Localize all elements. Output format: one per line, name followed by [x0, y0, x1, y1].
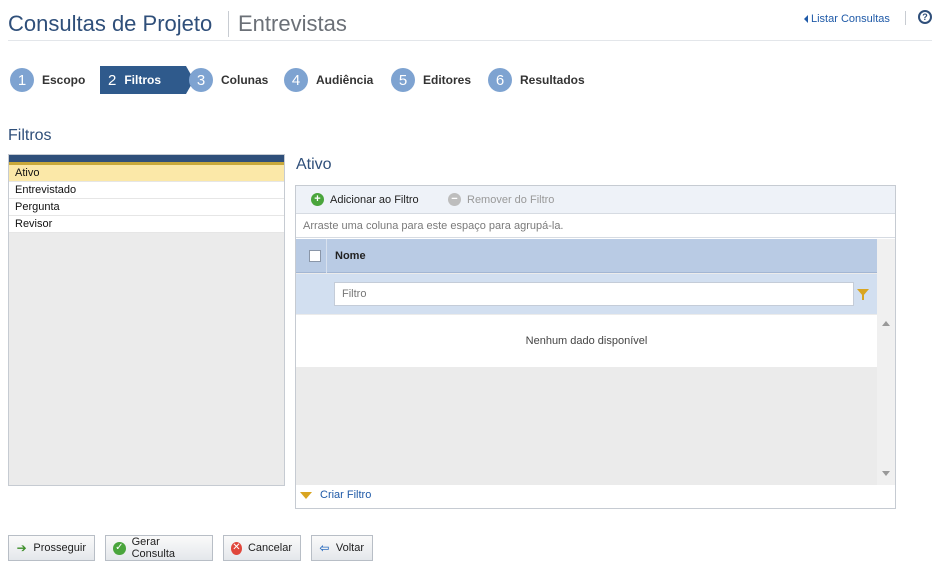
create-filter-link[interactable]: Criar Filtro — [300, 489, 371, 501]
empty-message: Nenhum dado disponível — [296, 315, 877, 367]
add-to-filter-button[interactable]: + Adicionar ao Filtro — [311, 193, 419, 206]
page-subtitle: Entrevistas — [238, 11, 347, 36]
step-number: 2 — [108, 71, 117, 89]
proceed-label: Prosseguir — [33, 542, 86, 554]
step-scope[interactable]: 1 Escopo — [10, 66, 85, 94]
scroll-down-icon[interactable] — [882, 471, 890, 476]
selected-field-title: Ativo — [296, 156, 332, 173]
step-number: 1 — [10, 68, 34, 92]
cancel-button[interactable]: ✕ Cancelar — [223, 535, 301, 561]
arrow-left-icon: ⇦ — [319, 541, 330, 555]
list-item-entrevistado[interactable]: Entrevistado — [9, 182, 284, 199]
plus-icon: + — [311, 193, 324, 206]
cancel-label: Cancelar — [247, 542, 292, 554]
list-item-revisor[interactable]: Revisor — [9, 216, 284, 233]
back-label: Voltar — [335, 542, 364, 554]
back-button[interactable]: ⇦ Voltar — [311, 535, 373, 561]
page-header: Consultas de Projeto Entrevistas Listar … — [8, 9, 932, 41]
list-queries-label: Listar Consultas — [811, 13, 890, 25]
step-label: Resultados — [520, 73, 585, 87]
step-filters[interactable]: 2 Filtros — [100, 66, 194, 94]
select-all-checkbox[interactable] — [309, 250, 321, 262]
step-number: 3 — [189, 68, 213, 92]
arrow-right-icon: ➔ — [16, 541, 27, 555]
step-label: Colunas — [221, 73, 269, 87]
wizard-steps: 1 Escopo 2 Filtros 3 Colunas 4 Audiência… — [10, 66, 710, 96]
caret-left-icon — [804, 15, 808, 23]
data-grid: Nome Nenhum dado disponível — [296, 239, 895, 485]
create-filter-label: Criar Filtro — [320, 489, 372, 501]
column-header-name[interactable]: Nome — [335, 250, 366, 262]
step-number: 6 — [488, 68, 512, 92]
grid-filter-row — [296, 274, 877, 314]
step-results[interactable]: 6 Resultados — [488, 66, 585, 94]
funnel-icon — [300, 491, 312, 499]
step-label: Escopo — [42, 73, 86, 87]
filter-field-list: Ativo Entrevistado Pergunta Revisor — [8, 154, 285, 486]
check-icon: ✓ — [113, 541, 126, 555]
proceed-button[interactable]: ➔ Prosseguir — [8, 535, 95, 561]
remove-from-filter-button[interactable]: − Remover do Filtro — [448, 193, 554, 206]
grid-column-header: Nome — [296, 239, 877, 273]
list-item-pergunta[interactable]: Pergunta — [9, 199, 284, 216]
list-header-bar — [9, 155, 284, 165]
group-drop-zone[interactable]: Arraste uma coluna para este espaço para… — [296, 214, 895, 238]
grid-toolbar: + Adicionar ao Filtro − Remover do Filtr… — [296, 186, 895, 214]
header-divider — [905, 11, 906, 25]
step-number: 4 — [284, 68, 308, 92]
filter-grid-panel: + Adicionar ao Filtro − Remover do Filtr… — [295, 185, 896, 509]
step-audience[interactable]: 4 Audiência — [284, 66, 373, 94]
generate-query-label: Gerar Consulta — [131, 536, 176, 560]
step-number: 5 — [391, 68, 415, 92]
step-columns[interactable]: 3 Colunas — [189, 66, 268, 94]
name-filter-input[interactable] — [334, 282, 854, 306]
funnel-icon[interactable] — [857, 289, 869, 300]
remove-from-filter-label: Remover do Filtro — [467, 193, 555, 206]
step-editors[interactable]: 5 Editores — [391, 66, 471, 94]
step-label: Filtros — [124, 73, 162, 87]
title-divider — [228, 11, 229, 37]
column-divider — [326, 239, 327, 273]
step-label: Audiência — [316, 73, 374, 87]
section-title: Filtros — [8, 127, 52, 144]
page-title: Consultas de Projeto — [8, 11, 213, 36]
help-icon[interactable]: ? — [918, 10, 932, 24]
vertical-scrollbar[interactable] — [877, 239, 895, 485]
add-to-filter-label: Adicionar ao Filtro — [330, 193, 419, 206]
list-item-ativo[interactable]: Ativo — [9, 165, 284, 182]
generate-query-button[interactable]: ✓ Gerar Consulta — [105, 535, 213, 561]
minus-icon: − — [448, 193, 461, 206]
close-icon: ✕ — [231, 541, 242, 555]
scroll-up-icon[interactable] — [882, 321, 890, 326]
step-label: Editores — [423, 73, 472, 87]
list-queries-link[interactable]: Listar Consultas — [804, 13, 890, 25]
